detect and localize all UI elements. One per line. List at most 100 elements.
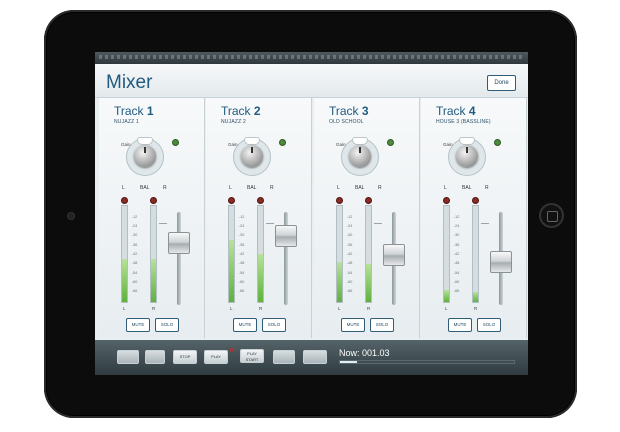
transport-forward-button[interactable] <box>273 350 295 364</box>
volume-fader-handle[interactable] <box>275 224 297 247</box>
clip-led-left-icon <box>121 197 128 204</box>
meter-scale-label: -48 <box>346 260 353 265</box>
meter-fill <box>258 254 263 302</box>
level-meter-left <box>336 205 343 303</box>
balance-left-label: L <box>337 185 340 191</box>
mute-button[interactable]: MUTE <box>448 318 472 332</box>
balance-knob[interactable] <box>456 145 478 167</box>
meter-scale-label: -48 <box>131 260 138 265</box>
clip-led-left-icon <box>228 197 235 204</box>
track-number: 1 <box>146 104 154 118</box>
balance-knob[interactable] <box>134 145 156 167</box>
home-button[interactable] <box>539 203 564 228</box>
camera-icon <box>67 212 75 220</box>
meter-scale-label: -30 <box>131 232 138 237</box>
position-progress-bar[interactable] <box>339 360 515 364</box>
mute-button[interactable]: MUTE <box>233 318 257 332</box>
meter-scale-label: -42 <box>238 251 245 256</box>
gain-label: Gain <box>121 142 131 147</box>
fader-unity-tick <box>481 223 489 224</box>
transport-rewind-button[interactable] <box>117 350 139 364</box>
transport-back-button[interactable] <box>145 350 165 364</box>
solo-button[interactable]: SOLO <box>155 318 179 332</box>
meter-scale-label: -60 <box>131 279 138 284</box>
fader-unity-tick <box>266 223 274 224</box>
meter-left-label: L <box>338 306 341 311</box>
meter-scale-label: -12 <box>453 214 460 219</box>
done-button[interactable]: Done <box>487 75 516 91</box>
track-title: Track 2 <box>221 104 261 118</box>
play-button[interactable]: PLAY <box>204 350 228 364</box>
volume-fader-handle[interactable] <box>490 251 512 274</box>
gain-knob-top[interactable] <box>244 137 260 145</box>
gain-label: Gain <box>336 142 346 147</box>
header-bar: Mixer Done <box>95 64 528 98</box>
now-position-label: Now: 001.03 <box>339 348 390 358</box>
knob-indicator <box>251 147 253 153</box>
gain-label: Gain <box>443 142 453 147</box>
volume-fader-handle[interactable] <box>168 231 190 254</box>
balance-right-label: R <box>270 185 274 191</box>
meter-scale-label: -30 <box>238 232 245 237</box>
level-meter-left <box>443 205 450 303</box>
meter-scale-label: -36 <box>131 242 138 247</box>
meter-scale-label: -24 <box>453 223 460 228</box>
meter-left-label: L <box>445 306 448 311</box>
balance-knob[interactable] <box>241 145 263 167</box>
position-progress-fill <box>340 361 358 363</box>
page-title: Mixer <box>106 72 153 93</box>
gain-led-icon <box>387 139 394 146</box>
balance-knob[interactable] <box>349 145 371 167</box>
play-start-button[interactable]: PLAY START <box>240 349 264 363</box>
clip-led-right-icon <box>257 197 264 204</box>
clip-led-right-icon <box>150 197 157 204</box>
meter-right-label: R <box>474 306 478 311</box>
balance-right-label: R <box>485 185 489 191</box>
gain-label: Gain <box>228 142 238 147</box>
fader-unity-tick <box>159 223 167 224</box>
meter-fill <box>444 290 449 302</box>
stop-button[interactable]: STOP <box>173 350 197 364</box>
solo-button[interactable]: SOLO <box>370 318 394 332</box>
knob-indicator <box>359 147 361 153</box>
balance-label: BAL <box>462 185 472 191</box>
meter-scale-label: -54 <box>238 270 245 275</box>
volume-fader-handle[interactable] <box>383 243 405 266</box>
track-label: Track <box>114 104 144 118</box>
solo-button[interactable]: SOLO <box>477 318 501 332</box>
meter-scale-label: -60 <box>453 279 460 284</box>
mute-button[interactable]: MUTE <box>341 318 365 332</box>
meter-scale-label: -24 <box>131 223 138 228</box>
level-meter-left <box>228 205 235 303</box>
gain-knob-top[interactable] <box>137 137 153 145</box>
meter-scale-label: -54 <box>346 270 353 275</box>
meter-scale-label: -42 <box>346 251 353 256</box>
meter-fill <box>151 258 156 302</box>
gain-led-icon <box>279 139 286 146</box>
meter-scale-label: -60 <box>238 279 245 284</box>
solo-button[interactable]: SOLO <box>262 318 286 332</box>
meter-scale-label: -30 <box>453 232 460 237</box>
meter-scale-label: -30 <box>346 232 353 237</box>
channel-strip-3: Track 3 OLD SCHOOL Gain L BAL R -12 -24 -3… <box>314 98 420 338</box>
meter-scale-label: -24 <box>346 223 353 228</box>
volume-fader-track[interactable] <box>177 212 181 305</box>
meter-fill <box>366 263 371 302</box>
meter-scale-label: -12 <box>346 214 353 219</box>
track-number: 2 <box>253 104 261 118</box>
track-number: 4 <box>468 104 476 118</box>
gain-knob-top[interactable] <box>352 137 368 145</box>
track-label: Track <box>221 104 251 118</box>
channel-strip-2: Track 2 NUJAZZ 2 Gain L BAL R -12 -24 -30 -… <box>206 98 312 338</box>
balance-left-label: L <box>444 185 447 191</box>
level-meter-right <box>365 205 372 303</box>
mixer-screen: Mixer Done Track 1 NUJAZZ 1 Gain L BAL R… <box>95 52 528 375</box>
meter-fill <box>122 258 127 302</box>
meter-scale-label: -36 <box>346 242 353 247</box>
gain-knob-top[interactable] <box>459 137 475 145</box>
level-meter-left <box>121 205 128 303</box>
level-meter-right <box>150 205 157 303</box>
transport-fast-forward-button[interactable] <box>303 350 327 364</box>
mute-button[interactable]: MUTE <box>126 318 150 332</box>
meter-scale-label: -66 <box>131 288 138 293</box>
